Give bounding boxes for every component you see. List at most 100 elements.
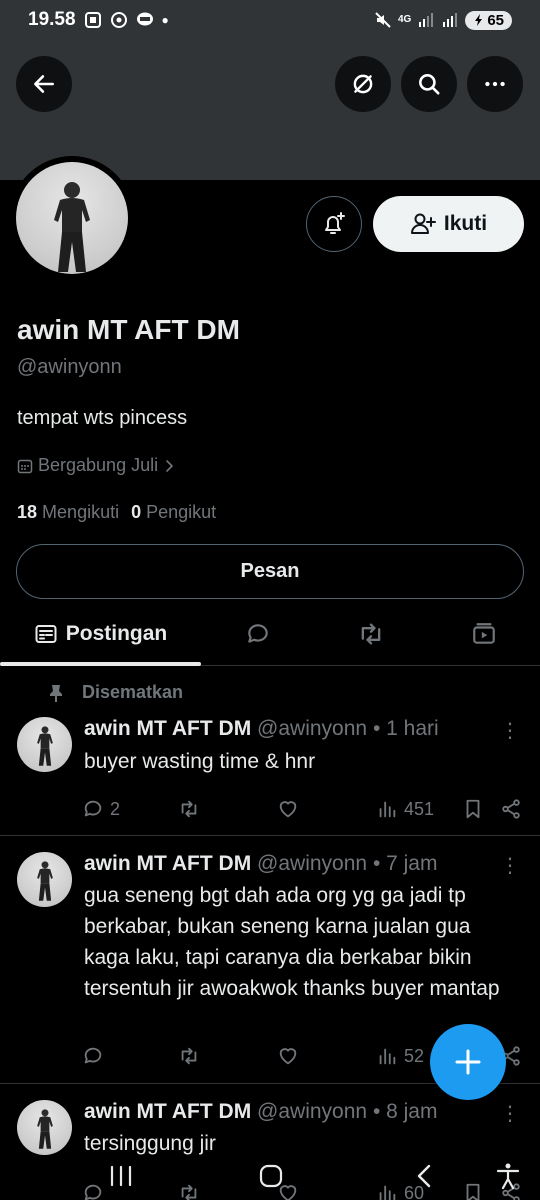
views-count: 52 [404,1045,425,1066]
post-author-handle: @awinyonn [257,717,368,740]
signal-icon-2 [441,11,459,29]
system-nav-bar [0,1148,540,1200]
avatar-figure [37,726,53,766]
avatar-figure [37,1109,53,1149]
share-button[interactable] [500,794,522,824]
reply-button[interactable]: 2 [82,794,120,824]
whatsapp-icon [110,11,128,29]
like-button[interactable] [277,794,299,824]
plus-icon [455,1049,481,1075]
profile-bio: tempat wts pincess [17,407,188,429]
tab-reposts[interactable] [343,604,399,664]
mute-icon [374,11,392,29]
tab-posts[interactable]: Postingan [0,604,201,664]
post-list-icon [35,625,57,643]
post-author-handle: @awinyonn [257,1100,368,1123]
follow-button[interactable]: Ikuti [373,196,524,252]
followers-link[interactable]: 0 Pengikut [131,502,216,523]
analytics-icon [379,1048,396,1065]
post-header: awin MT AFT DM @awinyonn • 1 hari [84,717,439,741]
accessibility-icon [496,1163,520,1190]
profile-avatar[interactable] [10,156,134,280]
search-icon [419,74,440,95]
status-bar: 19.58 ● 4G 65 [0,0,540,40]
reply-icon [84,1047,102,1064]
avatar-figure [54,182,90,272]
retweet-icon [361,623,381,645]
follow-label: Ikuti [443,212,488,235]
line-app-icon [136,11,154,29]
chevron-right-icon [166,459,174,472]
post-header: awin MT AFT DM @awinyonn • 8 jam [84,1100,437,1124]
battery-indicator: 65 [465,10,512,30]
post-more-button[interactable]: ⋮ [500,1101,520,1126]
reply-bubble-icon [248,624,268,643]
post-time: • 7 jam [372,852,438,875]
following-link[interactable]: 18 Mengikuti [17,502,119,523]
join-date-label: Bergabung Juli [38,455,159,475]
tab-posts-label: Postingan [65,622,168,645]
following-label: Mengikuti [42,502,120,522]
notification-dot-icon: ● [161,13,169,27]
post-author-handle: @awinyonn [257,852,368,875]
recent-apps-button[interactable] [101,1156,141,1196]
chevron-left-icon [417,1164,431,1188]
post-author-name: awin MT AFT DM [84,717,252,740]
post-time: • 1 hari [372,717,439,740]
notify-button[interactable] [306,196,362,252]
profile-tabs: Postingan [0,604,540,666]
reply-button[interactable] [82,1041,104,1071]
search-button[interactable] [401,56,457,112]
like-button[interactable] [277,1041,299,1071]
post-header: awin MT AFT DM @awinyonn • 7 jam [84,852,437,876]
message-button[interactable]: Pesan [16,544,524,599]
post-author-name: awin MT AFT DM [84,852,252,875]
accessibility-button[interactable] [488,1156,528,1196]
post-item[interactable]: awin MT AFT DM @awinyonn • 1 hari ⋮ buye… [0,710,540,836]
post-avatar[interactable] [17,717,72,772]
analytics-icon [379,801,396,818]
compose-button[interactable] [430,1024,506,1100]
bell-plus-icon [325,212,345,234]
followers-label: Pengikut [146,502,217,522]
more-button[interactable] [467,56,523,112]
post-author-name: awin MT AFT DM [84,1100,252,1123]
bookmark-button[interactable] [462,794,484,824]
back-button[interactable] [16,56,72,112]
post-more-button[interactable]: ⋮ [500,718,520,743]
repost-button[interactable] [178,794,200,824]
reply-icon [84,800,102,817]
hide-button[interactable] [335,56,391,112]
post-more-button[interactable]: ⋮ [500,853,520,878]
screenshot-icon [84,11,102,29]
home-icon [259,1164,283,1188]
repost-button[interactable] [178,1041,200,1071]
battery-level: 65 [487,11,504,29]
post-time: • 8 jam [372,1100,438,1123]
signal-icon [417,11,435,29]
post-text: buyer wasting time & hnr [84,750,316,773]
tab-media[interactable] [456,604,512,664]
bookmark-icon [466,799,480,819]
join-date[interactable]: Bergabung Juli [17,455,175,476]
profile-handle: @awinyonn [17,356,122,378]
home-button[interactable] [251,1156,291,1196]
tab-replies[interactable] [230,604,286,664]
post-avatar[interactable] [17,852,72,907]
following-count: 18 [17,502,38,522]
views-button[interactable]: 52 [376,1041,424,1071]
post-actions: 2 451 [82,794,528,824]
more-horizontal-icon [485,81,505,87]
back-nav-button[interactable] [404,1156,444,1196]
follow-stats: 18 Mengikuti 0 Pengikut [17,502,216,523]
views-button[interactable]: 451 [376,794,434,824]
views-count: 451 [404,798,435,819]
avatar-figure [37,861,53,901]
reply-count: 2 [110,798,121,819]
pin-icon [50,684,62,702]
post-avatar[interactable] [17,1100,72,1155]
heart-icon [279,1048,297,1065]
calendar-icon [17,459,33,473]
post-text: gua seneng bgt dah ada org yg ga jadi tp… [84,884,500,1000]
heart-icon [279,801,297,818]
